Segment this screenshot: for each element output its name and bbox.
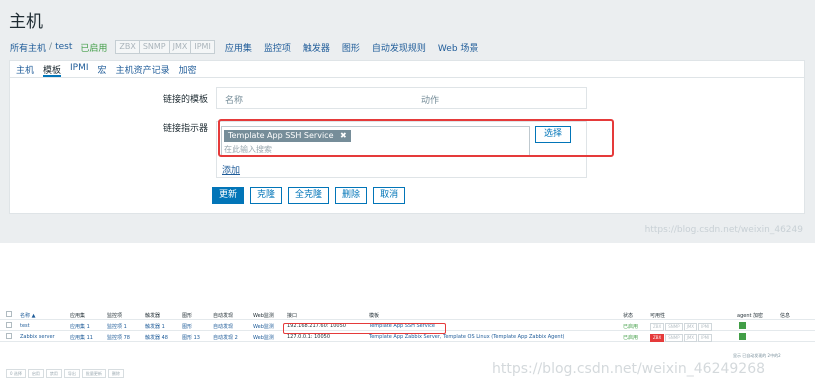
add-link[interactable]: 添加 [222,163,240,176]
host-name-link[interactable]: Zabbix server [20,334,55,340]
update-button[interactable]: 更新 [212,187,245,204]
badge-snmp: SNMP [665,334,683,342]
discovery-link[interactable]: 自动发现 [213,323,233,330]
header-agent-encryption: agent 加密 [737,313,764,319]
badge-jmx: JMX [683,323,698,331]
encryption-none-badge [739,333,746,340]
header-graphs: 图形 [182,313,193,319]
header-web: Web监测 [253,313,274,319]
header-triggers: 触发器 [145,313,161,319]
tab-inventory[interactable]: 主机资产记录 [116,61,170,77]
row-checkbox[interactable] [6,333,12,339]
cancel-button[interactable]: 取消 [373,187,406,204]
linked-templates-label: 链接的模板 [162,95,208,105]
availability-badges: ZBX SNMP JMX IPMI [650,334,713,342]
highlight-box-row [283,323,446,334]
header-status: 状态 [623,313,634,319]
tab-ipmi[interactable]: IPMI [70,61,89,77]
nav-graphs[interactable]: 图形 [342,41,360,54]
selected-count: 0 选择 [6,369,26,378]
select-all-checkbox[interactable] [6,311,12,317]
badge-zbx: ZBX [116,41,140,53]
templates-value[interactable]: Template App Zabbix Server, Template OS … [369,334,565,340]
badge-snmp: SNMP [665,323,683,331]
triggers-link[interactable]: 触发器 1 [145,323,165,330]
availability-badges: ZBX SNMP JMX IPMI [115,40,215,54]
tab-templates[interactable]: 模板 [43,61,62,77]
breadcrumb: 所有主机 / test 已启用 ZBX SNMP JMX IPMI 应用集 监控… [10,40,490,54]
breadcrumb-host[interactable]: test [55,42,72,52]
header-interface: 接口 [287,313,298,319]
badge-zbx: ZBX [650,323,665,331]
header-apps: 应用集 [70,313,86,319]
nav-web-scenarios[interactable]: Web 场景 [438,41,478,54]
web-link[interactable]: Web监测 [253,323,274,330]
interface-value: 127.0.0.1: 10050 [287,334,331,340]
badge-snmp: SNMP [139,41,170,53]
header-items: 监控项 [107,313,123,319]
nav-discovery-rules[interactable]: 自动发现规则 [372,41,426,54]
row-checkbox[interactable] [6,322,12,328]
highlight-box-template [218,119,614,157]
badge-jmx: JMX [683,334,698,342]
clone-button[interactable]: 克隆 [250,187,283,204]
triggers-link[interactable]: 触发器 48 [145,334,168,341]
tab-bar: 主机 模板 IPMI 宏 主机资产记录 加密 [10,61,804,78]
status-enabled[interactable]: 已启用 [623,323,638,330]
nav-triggers[interactable]: 触发器 [303,41,330,54]
apps-link[interactable]: 应用集 1 [70,323,90,330]
col-name-header: 名称 [225,96,244,106]
link-indicator-label: 链接指示器 [162,124,208,134]
mass-delete-button[interactable]: 删除 [107,369,124,378]
badge-ipmi: IPMI [698,323,713,331]
nav-items[interactable]: 监控项 [264,41,291,54]
header-templates: 模板 [369,313,380,319]
header-name[interactable]: 名称 ▲ [20,312,35,319]
linked-templates-table: 名称 动作 [216,87,587,109]
enable-button[interactable]: 启用 [27,369,44,378]
host-status-enabled[interactable]: 已启用 [80,41,107,54]
result-count: 显示 已自动发现的 2中的2 [733,353,781,358]
graphs-link[interactable]: 图形 [182,323,192,330]
header-availability: 可用性 [650,313,666,319]
tab-encryption[interactable]: 加密 [179,61,197,77]
host-name-link[interactable]: test [20,323,30,329]
col-action-header: 动作 [421,96,440,106]
breadcrumb-all-hosts[interactable]: 所有主机 [10,41,46,54]
header-discovery: 自动发现 [213,313,234,319]
apps-link[interactable]: 应用集 11 [70,334,93,341]
web-link[interactable]: Web监测 [253,334,274,341]
availability-badges: ZBX SNMP JMX IPMI [650,323,713,331]
badge-ipmi: IPMI [191,41,214,53]
form-actions: 更新 克隆 全克隆 删除 取消 [212,187,411,204]
badge-jmx: JMX [169,41,192,53]
delete-button[interactable]: 删除 [335,187,368,204]
full-clone-button[interactable]: 全克隆 [288,187,330,204]
badge-ipmi: IPMI [698,334,713,342]
list-header-row: 名称 ▲ 应用集 监控项 触发器 图形 自动发现 Web监测 接口 模板 状态 … [0,309,815,320]
page-title: 主机 [9,12,43,32]
header-info: 信息 [780,313,791,319]
discovery-link[interactable]: 自动发现 2 [213,334,238,341]
badge-zbx: ZBX [650,334,665,342]
mass-update-button[interactable]: 批量更新 [81,369,106,378]
tab-macros[interactable]: 宏 [98,61,107,77]
nav-applications[interactable]: 应用集 [225,41,252,54]
encryption-none-badge [739,322,746,329]
watermark-top: https://blog.csdn.net/weixin_46249 [644,225,803,235]
graphs-link[interactable]: 图形 13 [182,334,200,341]
items-link[interactable]: 监控项 1 [107,323,127,330]
status-enabled[interactable]: 已启用 [623,334,638,341]
items-link[interactable]: 监控项 78 [107,334,130,341]
export-button[interactable]: 导出 [63,369,80,378]
disable-button[interactable]: 禁用 [45,369,62,378]
watermark-bottom: https://blog.csdn.net/weixin_46249268 [492,361,766,377]
tab-host[interactable]: 主机 [16,61,34,77]
mass-actions: 0 选择 启用 禁用 导出 批量更新 删除 [6,369,126,378]
breadcrumb-separator: / [49,42,53,52]
